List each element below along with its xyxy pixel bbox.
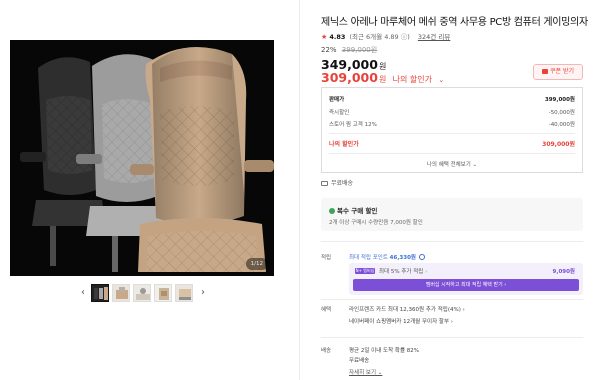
multi-purchase-description: 2개 이상 구매시 수량만큼 7,000원 할인: [329, 220, 423, 226]
rating-row: ★ 4.83 (최근 6개월 4.89 ⓘ) 324건 리뷰: [321, 31, 450, 41]
thumbnail-prev-arrow[interactable]: ‹: [78, 284, 88, 302]
breakdown-label: 판매가: [329, 97, 345, 103]
gaming-chairs-photo: [20, 46, 274, 272]
coupon-button[interactable]: 쿠폰 받기: [533, 64, 583, 80]
product-gallery: 1/12 ‹ ›: [0, 0, 300, 380]
multi-purchase-title-text: 복수 구매 할인: [337, 207, 378, 215]
section-divider: [321, 299, 583, 300]
breakdown-label: 스토어 찜 고객 12%: [329, 122, 377, 128]
free-shipping-label: 무료배송: [331, 180, 354, 187]
breakdown-value: -40,000원: [548, 122, 575, 128]
coupon-icon: [542, 68, 548, 74]
breakdown-total-label: 나의 할인가: [329, 141, 359, 148]
my-price-label: 나의 할인가: [392, 75, 433, 84]
breakdown-row-my-price: 나의 할인가 309,000원: [329, 139, 575, 149]
extra-points-row[interactable]: 최대 5% 추가 적립 ›: [379, 267, 427, 275]
breakdown-value: -50,000원: [548, 110, 575, 116]
membership-points-box: N+ 멤버십 최대 5% 추가 적립 › 9,090원 멤버십 시작하고 최대 …: [349, 263, 583, 295]
product-title: 제닉스 아레나 마루체어 메쉬 중역 사무용 PC방 컴퓨터 게이밍의자: [321, 17, 588, 28]
membership-start-button[interactable]: 멤버십 시작하고 최대 적립 혜택 받기 ›: [353, 279, 579, 291]
max-points-row: 최대 적립 포인트 46,330원: [349, 253, 425, 261]
truck-icon: [321, 180, 328, 186]
multi-purchase-title: 복수 구매 할인: [329, 205, 377, 215]
coupon-button-label: 쿠폰 받기: [550, 68, 574, 75]
section-divider: [321, 337, 583, 338]
discount-percent: 22%: [321, 46, 337, 54]
panel-divider: [299, 0, 300, 380]
benefits-section-label: 혜택: [321, 307, 332, 313]
delivery-section-label: 배송: [321, 348, 332, 354]
breakdown-divider: [329, 133, 575, 134]
rating-summary: (최근 6개월 4.89 ⓘ): [349, 33, 410, 41]
breakdown-divider: [329, 153, 575, 154]
my-discount-price[interactable]: 309,000원 나의 할인가 ⌄: [321, 70, 444, 85]
thumbnail-4[interactable]: [154, 284, 172, 302]
delivery-estimate: 평균 2일 이내 도착 확률 82%: [349, 348, 420, 354]
review-count-link[interactable]: 324건 리뷰: [418, 33, 450, 41]
extra-points-amount: 9,090원: [552, 269, 575, 275]
breakdown-row-store-discount: 스토어 찜 고객 12% -40,000원: [329, 120, 575, 130]
thumbnail-3[interactable]: [133, 284, 151, 302]
section-divider: [321, 241, 583, 242]
chevron-down-icon: ⌄: [438, 76, 445, 84]
thumbnail-1[interactable]: [91, 284, 109, 302]
breakdown-total-value: 309,000원: [542, 141, 575, 148]
thumbnail-5[interactable]: [175, 284, 193, 302]
free-shipping-note: 무료배송: [321, 178, 353, 187]
price-breakdown-box: 판매가 399,000원 즉시할인 -50,000원 스토어 찜 고객 12% …: [321, 87, 583, 173]
discount-row: 22% 399,000원: [321, 45, 377, 55]
delivery-details-link[interactable]: 자세히 보기 ⌄: [349, 368, 382, 376]
installment-benefit-link[interactable]: 네이버페이 쇼핑멤버카 12개월 무이자 할부 ›: [349, 317, 453, 325]
multi-purchase-discount-box: 복수 구매 할인 2개 이상 구매시 수량만큼 7,000원 할인: [321, 198, 583, 231]
my-price-unit: 원: [378, 75, 387, 84]
extra-points-label: 최대 5% 추가 적립: [379, 269, 424, 275]
card-benefit-link[interactable]: 라인프렌즈 카드 최대 12,360원 추가 적립(4%) ›: [349, 305, 465, 313]
star-icon: ★: [321, 33, 328, 41]
breakdown-row-list-price: 판매가 399,000원: [329, 95, 575, 105]
points-section-label: 적립: [321, 255, 332, 261]
view-all-benefits-link[interactable]: 나의 혜택 전체보기 ⌄: [322, 160, 582, 168]
original-price: 399,000원: [341, 46, 378, 54]
membership-badge: N+ 멤버십: [355, 268, 375, 274]
max-points-label: 최대 적립 포인트: [349, 255, 388, 261]
product-main-image[interactable]: 1/12: [10, 40, 274, 276]
rating-score: 4.83: [329, 33, 346, 41]
thumbnail-strip: ‹ ›: [78, 282, 208, 304]
discount-dot-icon: [329, 207, 335, 214]
breakdown-label: 즉시할인: [329, 110, 350, 116]
thumbnail-2[interactable]: [112, 284, 130, 302]
breakdown-row-instant-discount: 즉시할인 -50,000원: [329, 108, 575, 118]
info-icon[interactable]: [418, 253, 425, 260]
max-points-value: 46,330원: [389, 255, 416, 261]
thumbnail-next-arrow[interactable]: ›: [198, 284, 208, 302]
delivery-fee: 무료배송: [349, 358, 370, 364]
chevron-right-icon: ›: [425, 269, 428, 275]
my-price-value: 309,000: [321, 70, 378, 85]
image-counter: 1/12: [245, 258, 268, 270]
breakdown-value: 399,000원: [544, 97, 575, 103]
